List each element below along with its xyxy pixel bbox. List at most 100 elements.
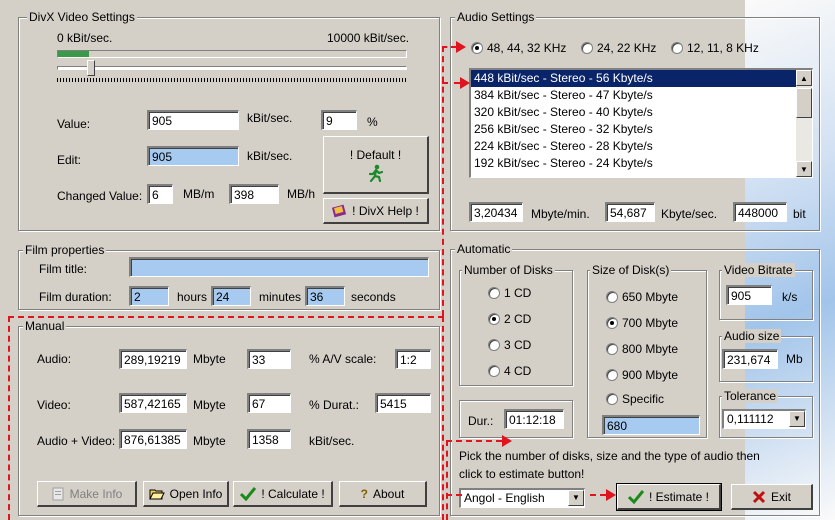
radio-icon [488,365,500,377]
language-dropdown[interactable]: Angol - English ▼ [459,488,585,508]
rate-option-24[interactable]: 24, 22 KHz [581,40,656,56]
kbyte-sec-field[interactable]: 54,687 [605,202,655,222]
number-of-disks-group: Number of Disks 1 CD 2 CD 3 CD 4 CD [459,263,573,386]
mbyte-min-field[interactable]: 3,20434 [469,202,523,222]
specific-size-field[interactable]: 680 [602,415,700,435]
total-mbyte-field[interactable]: 876,61385 [119,429,187,449]
changed-mbm-field[interactable]: 6 [147,184,173,204]
hours-field[interactable]: 2 [129,286,169,306]
group-title: Size of Disk(s) [590,263,672,277]
tolerance-dropdown[interactable]: 0,111112 ▼ [722,409,806,429]
disk-option-1cd[interactable]: 1 CD [488,285,531,301]
bitrate-slider-thumb[interactable] [87,60,95,76]
size-option-650[interactable]: 650 Mbyte [606,289,678,305]
total-mbyte-unit: Mbyte [193,434,226,448]
hours-label: hours [177,290,208,304]
make-info-label: Make Info [69,486,123,501]
size-of-disks-group: Size of Disk(s) 650 Mbyte 700 Mbyte 800 … [587,263,707,438]
slider-max-label: 10000 kBit/sec. [327,31,410,45]
duration-field[interactable]: 5415 [375,393,431,413]
estimate-button[interactable]: ! Estimate ! [616,483,722,511]
disk-option-2cd[interactable]: 2 CD [488,311,531,327]
size-option-800[interactable]: 800 Mbyte [606,341,678,357]
group-title: DivX Video Settings [27,10,137,24]
bitrate-slider-track[interactable] [57,66,407,70]
about-button[interactable]: ? About [339,481,427,507]
exit-button[interactable]: Exit [731,484,813,510]
audio-mbyte-field[interactable]: 289,19219 [119,349,187,369]
rate-option-48[interactable]: 48, 44, 32 KHz [471,40,566,56]
divx-help-label: ! DivX Help ! [352,203,419,218]
film-properties-group: Film properties Film title: Film duratio… [18,243,440,310]
group-title: Audio size [722,329,782,343]
list-item[interactable]: 448 kBit/sec - Stereo - 56 Kbyte/s [471,70,812,87]
disk-option-4cd[interactable]: 4 CD [488,363,531,379]
divx-help-button[interactable]: ! DivX Help ! [323,198,429,224]
size-option-specific[interactable]: Specific [606,391,664,407]
rate-option-12[interactable]: 12, 11, 8 KHz [671,40,759,56]
calculate-button[interactable]: ! Calculate ! [233,481,333,507]
rate-option-label: 48, 44, 32 KHz [487,41,567,55]
audio-bitrate-list[interactable]: 448 kBit/sec - Stereo - 56 Kbyte/s 384 k… [469,68,813,178]
default-button[interactable]: ! Default ! [323,136,429,194]
list-item[interactable]: 320 kBit/sec - Stereo - 40 Kbyte/s [471,104,812,121]
mbm-unit: MB/m [183,187,215,201]
annotation-arrow-icon [606,489,616,501]
audio-size-field[interactable]: 231,674 [722,349,778,369]
scroll-up-icon[interactable]: ▲ [796,70,812,86]
video-mbyte-field[interactable]: 587,42165 [119,393,187,413]
edit-field[interactable]: 905 [147,146,239,166]
chevron-down-icon[interactable]: ▼ [789,411,805,427]
size-option-label: Specific [622,392,665,406]
film-duration-label: Film duration: [39,290,112,304]
radio-icon [488,339,500,351]
make-info-button[interactable]: Make Info [37,481,137,507]
chevron-down-icon[interactable]: ▼ [568,490,584,506]
percent-field[interactable]: 9 [321,110,357,130]
audio-mbyte-unit: Mbyte [193,352,226,366]
list-item[interactable]: 256 kBit/sec - Stereo - 32 Kbyte/s [471,121,812,138]
audio-video-label: Audio + Video: [37,434,116,448]
tolerance-group: Tolerance 0,111112 ▼ [719,389,813,438]
radio-icon [606,393,618,405]
av-scale-field[interactable]: 1:2 [395,349,431,369]
seconds-field[interactable]: 36 [305,286,345,306]
list-item[interactable]: 224 kBit/sec - Stereo - 28 Kbyte/s [471,138,812,155]
radio-icon [671,42,683,54]
changed-mbh-field[interactable]: 398 [229,184,279,204]
disk-option-3cd[interactable]: 3 CD [488,337,531,353]
value-field[interactable]: 905 [147,110,239,130]
group-title: Tolerance [722,389,779,403]
film-title-field[interactable] [129,257,429,277]
list-scrollbar[interactable]: ▲ ▼ [796,70,812,177]
running-man-icon [368,164,383,182]
audio-settings-group: Audio Settings 48, 44, 32 KHz 24, 22 KHz… [450,10,820,231]
video-percent-field[interactable]: 67 [247,393,291,413]
bit-field[interactable]: 448000 [733,202,787,222]
scroll-down-icon[interactable]: ▼ [796,161,812,177]
size-option-700[interactable]: 700 Mbyte [606,315,678,331]
edit-label: Edit: [57,153,82,167]
list-item[interactable]: 192 kBit/sec - Stereo - 24 Kbyte/s [471,155,812,172]
size-option-label: 650 Mbyte [622,290,679,304]
audio-size-group: Audio size 231,674 Mb [719,329,813,382]
open-info-button[interactable]: Open Info [143,481,229,507]
av-scale-label: % A/V scale: [309,352,377,366]
annotation-arrow-icon [502,435,512,447]
video-mbyte-unit: Mbyte [193,398,226,412]
disk-option-label: 2 CD [504,312,532,326]
disk-option-label: 3 CD [504,338,532,352]
list-item[interactable]: 384 kBit/sec - Stereo - 47 Kbyte/s [471,87,812,104]
size-option-label: 900 Mbyte [622,368,679,382]
audio-percent-field[interactable]: 33 [247,349,291,369]
minutes-field[interactable]: 24 [211,286,251,306]
dur-field[interactable]: 01:12:18 [504,409,564,429]
total-kbit-field[interactable]: 1358 [247,429,291,449]
annotation-line [8,316,444,318]
dur-label: Dur.: [468,414,494,428]
scroll-thumb[interactable] [796,88,812,118]
info-document-icon [52,487,64,500]
size-option-900[interactable]: 900 Mbyte [606,367,678,383]
video-bitrate-field[interactable]: 905 [726,285,772,305]
film-title-label: Film title: [39,262,87,276]
